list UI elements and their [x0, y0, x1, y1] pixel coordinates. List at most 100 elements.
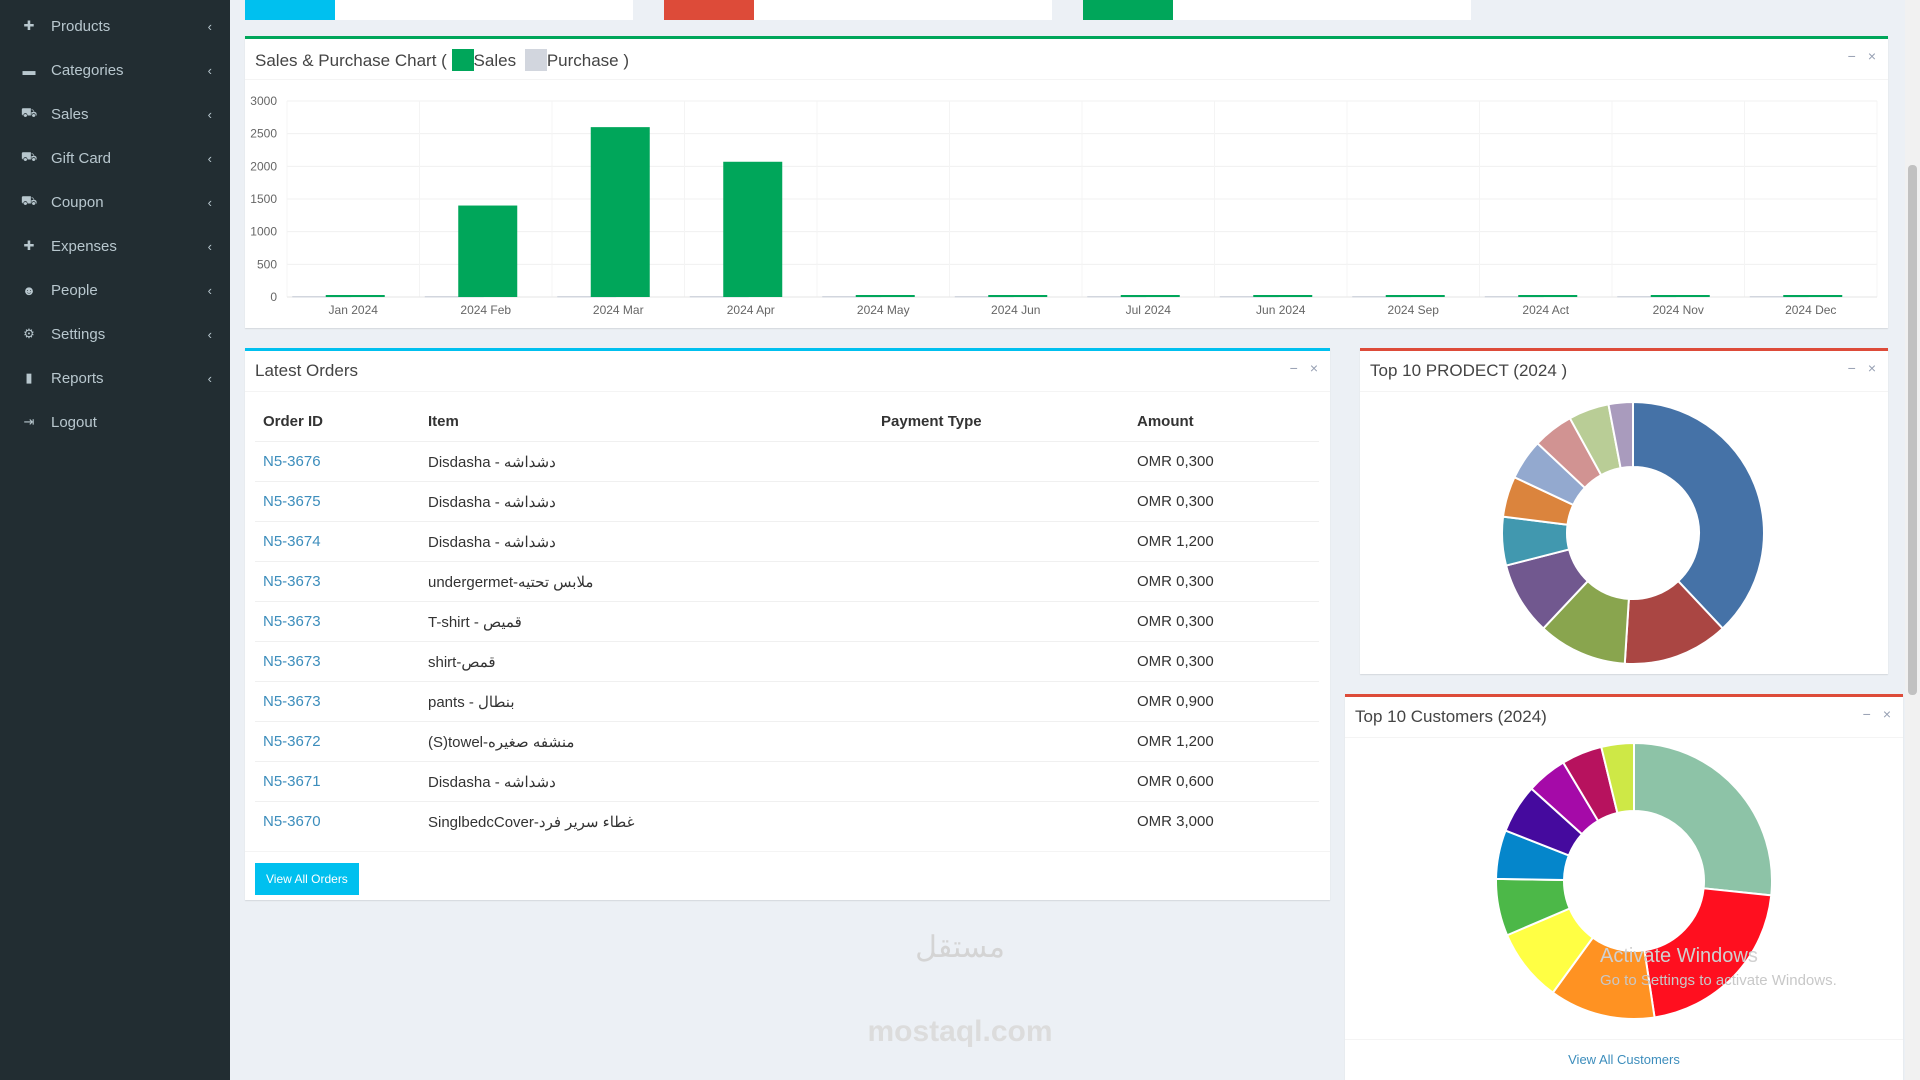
sidebar-item-reports[interactable]: ▮ Reports ‹	[0, 356, 230, 400]
order-id-link[interactable]: N5-3671	[263, 773, 321, 790]
chevron-left-icon: ‹	[207, 18, 212, 34]
sales-bar	[1783, 295, 1843, 297]
table-row: N5-3674 Disdasha - دشداشه OMR 1,200	[255, 521, 1319, 561]
y-tick-label: 0	[270, 290, 277, 304]
table-row: N5-3672 (S)towel-منشفه صغيره OMR 1,200	[255, 721, 1319, 761]
x-tick-label: Jan 2024	[329, 303, 379, 317]
sidebar-item-label: Reports	[51, 369, 104, 387]
sidebar-item-sales[interactable]: ⛟ Sales ‹	[0, 92, 230, 136]
sidebar-item-expenses[interactable]: ✚ Expenses ‹	[0, 224, 230, 268]
minimize-icon[interactable]: −	[1848, 48, 1856, 64]
order-id-link[interactable]: N5-3674	[263, 533, 321, 550]
order-amount: OMR 0,300	[1137, 453, 1214, 470]
sidebar-item-label: People	[51, 281, 98, 299]
sales-bar	[458, 205, 518, 297]
order-amount: OMR 3,000	[1137, 813, 1214, 830]
sales-bar	[723, 161, 783, 297]
minimize-icon[interactable]: −	[1290, 360, 1298, 376]
order-id-link[interactable]: N5-3672	[263, 733, 321, 750]
sidebar-item-gift-card[interactable]: ⛟ Gift Card ‹	[0, 136, 230, 180]
order-id-link[interactable]: N5-3673	[263, 653, 321, 670]
sales-bar	[1385, 295, 1445, 297]
view-all-orders-button[interactable]: View All Orders	[255, 863, 359, 895]
view-all-customers-link[interactable]: View All Customers	[1345, 1052, 1903, 1067]
y-tick-label: 2500	[250, 127, 277, 141]
donut-slice[interactable]	[1632, 400, 1765, 630]
sales-bar	[988, 295, 1048, 297]
order-id-link[interactable]: N5-3670	[263, 813, 321, 830]
close-icon[interactable]: ×	[1310, 360, 1318, 376]
close-icon[interactable]: ×	[1868, 48, 1876, 64]
order-id-link[interactable]: N5-3673	[263, 573, 321, 590]
stat-card-icon-area	[664, 0, 754, 20]
y-tick-label: 2000	[250, 159, 277, 173]
sales-bar	[1518, 295, 1578, 297]
box-tools: − ×	[1848, 48, 1876, 64]
sidebar-item-label: Settings	[51, 325, 106, 343]
users-icon: ☻	[22, 282, 36, 298]
purchase-legend-swatch	[524, 49, 547, 71]
order-id-link[interactable]: N5-3676	[263, 453, 321, 470]
activate-windows-title: Activate Windows	[1600, 945, 1758, 967]
box-divider	[1360, 391, 1888, 392]
close-icon[interactable]: ×	[1883, 706, 1891, 722]
sales-bar	[855, 295, 915, 297]
sidebar-item-settings[interactable]: ⚙ Settings ‹	[0, 312, 230, 356]
order-id-link[interactable]: N5-3673	[263, 613, 321, 630]
table-row: N5-3673 shirt-قمص OMR 0,300	[255, 641, 1319, 681]
sales-legend-label: Sales	[473, 51, 517, 70]
sales-purchase-chart-box: Sales & Purchase Chart ( Sales Purchase …	[245, 36, 1888, 328]
sidebar-item-people[interactable]: ☻ People ‹	[0, 268, 230, 312]
box-footer-divider	[245, 851, 1330, 852]
x-tick-label: 2024 Act	[1522, 303, 1569, 317]
y-tick-label: 3000	[250, 94, 277, 108]
stat-card-1	[245, 0, 633, 20]
order-amount: OMR 0,300	[1137, 613, 1214, 630]
order-amount: OMR 0,300	[1137, 493, 1214, 510]
sidebar-item-products[interactable]: ✚ Products ‹	[0, 4, 230, 48]
order-item: shirt-قمص	[428, 654, 496, 671]
folder-icon: ▬	[22, 62, 36, 78]
x-tick-label: 2024 Dec	[1785, 303, 1836, 317]
order-item: Disdasha - دشداشه	[428, 454, 556, 471]
close-icon[interactable]: ×	[1868, 360, 1876, 376]
order-amount: OMR 1,200	[1137, 533, 1214, 550]
watermark-arabic: مستقل	[915, 931, 1005, 964]
sidebar-item-categories[interactable]: ▬ Categories ‹	[0, 48, 230, 92]
order-amount: OMR 0,900	[1137, 693, 1214, 710]
stat-card-2	[664, 0, 1052, 20]
chevron-left-icon: ‹	[207, 150, 212, 166]
x-tick-label: 2024 Nov	[1653, 303, 1704, 317]
stat-card-3	[1083, 0, 1471, 20]
order-amount: OMR 0,600	[1137, 773, 1214, 790]
chart-title: Sales & Purchase Chart ( Sales Purchase …	[255, 49, 629, 71]
bar-chart-icon: ▮	[25, 370, 33, 385]
box-divider	[245, 79, 1888, 80]
x-tick-label: Jun 2024	[1256, 303, 1306, 317]
box-tools: − ×	[1290, 360, 1318, 376]
box-tools: − ×	[1863, 706, 1891, 722]
order-id-link[interactable]: N5-3673	[263, 693, 321, 710]
sales-bar	[1120, 295, 1180, 297]
x-tick-label: 2024 Sep	[1388, 303, 1440, 317]
sidebar-item-label: Products	[51, 17, 111, 35]
minimize-icon[interactable]: −	[1863, 706, 1871, 722]
table-row: N5-3676 Disdasha - دشداشه OMR 0,300	[255, 441, 1319, 481]
order-amount: OMR 1,200	[1137, 733, 1214, 750]
scrollbar-track[interactable]	[1905, 0, 1920, 1080]
order-id-link[interactable]: N5-3675	[263, 493, 321, 510]
minimize-icon[interactable]: −	[1848, 360, 1856, 376]
sales-bar	[1253, 295, 1313, 297]
sidebar-item-coupon[interactable]: ⛟ Coupon ‹	[0, 180, 230, 224]
y-tick-label: 1500	[250, 192, 277, 206]
sign-out-icon: ⇥	[23, 414, 35, 429]
box-footer-divider	[1345, 1039, 1903, 1040]
sales-legend-swatch	[451, 49, 474, 71]
stat-card-icon-area	[1083, 0, 1173, 20]
cart-icon: ⛟	[20, 149, 38, 164]
sidebar-item-logout[interactable]: ⇥ Logout	[0, 400, 230, 444]
table-row: N5-3673 T-shirt - قميص OMR 0,300	[255, 601, 1319, 641]
donut-slice[interactable]	[1633, 741, 1773, 897]
scrollbar-thumb[interactable]	[1908, 165, 1917, 695]
activate-windows-subtitle: Go to Settings to activate Windows.	[1600, 972, 1837, 989]
